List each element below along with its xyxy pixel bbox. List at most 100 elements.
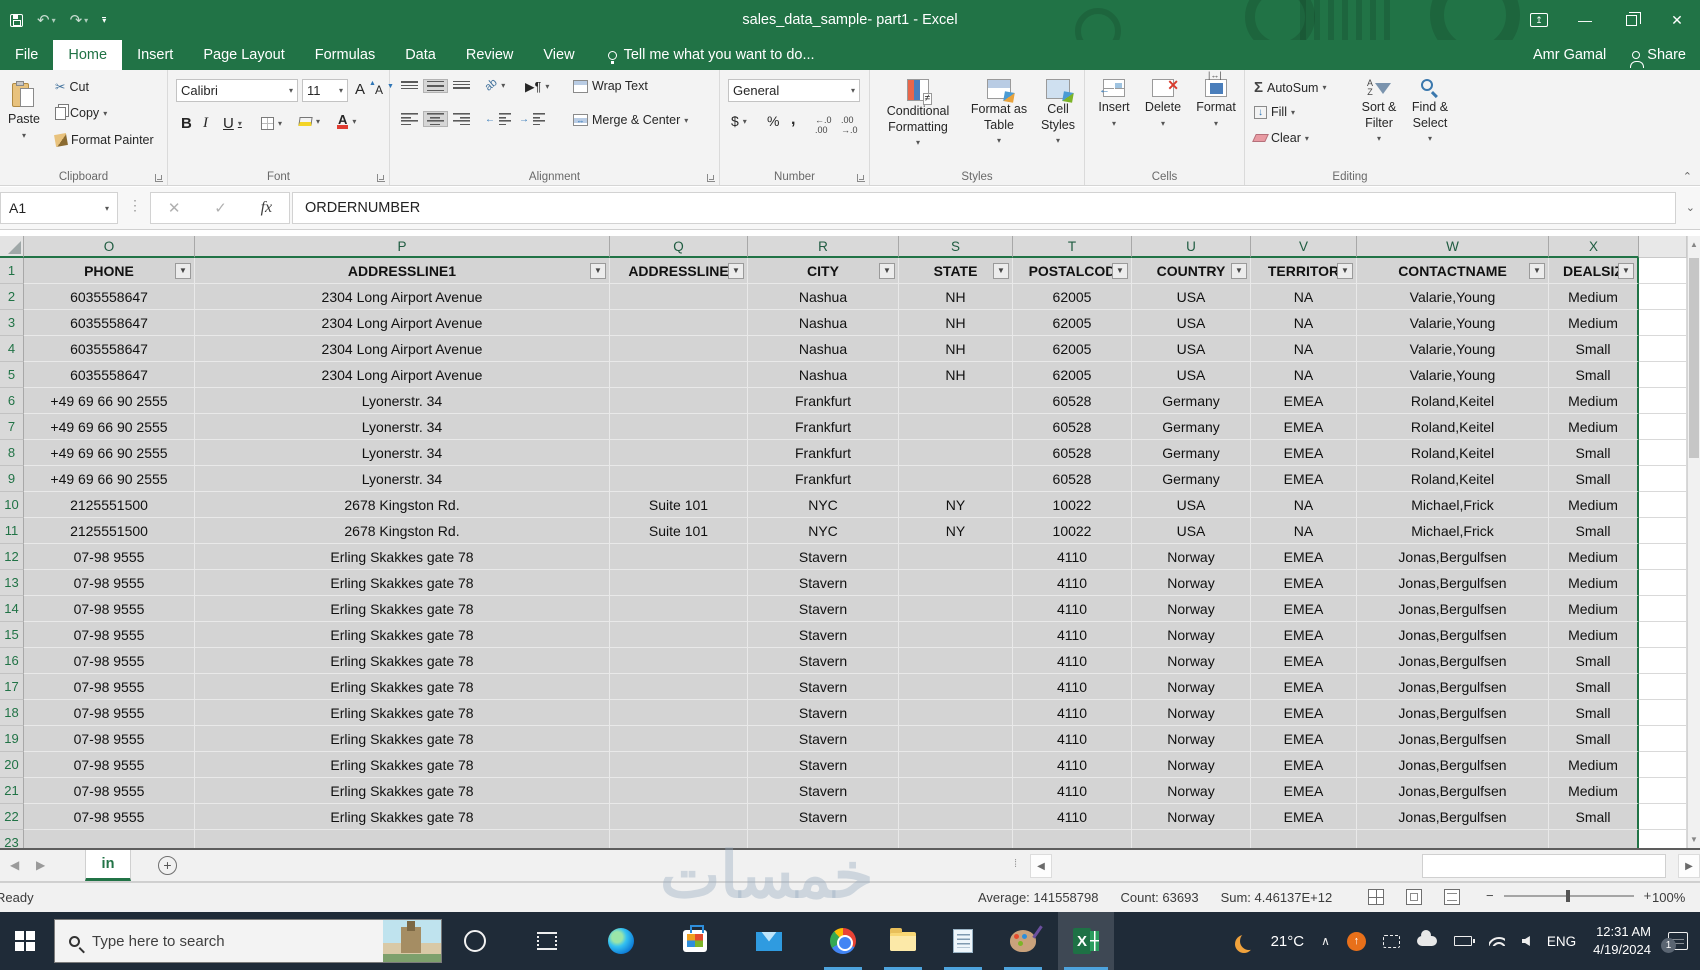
cell[interactable]: +49 69 66 90 2555 <box>24 466 195 492</box>
cell[interactable]: 2304 Long Airport Avenue <box>195 362 610 388</box>
cell[interactable]: EMEA <box>1251 466 1357 492</box>
header-cell[interactable]: COUNTRY ▼ <box>1132 258 1251 284</box>
cell[interactable]: Erling Skakkes gate 78 <box>195 726 610 752</box>
font-family-select[interactable]: Calibri ▾ <box>176 79 298 102</box>
cell[interactable] <box>899 466 1013 492</box>
cell[interactable] <box>899 570 1013 596</box>
cell[interactable]: NH <box>899 310 1013 336</box>
row-number[interactable]: 5 <box>0 362 24 388</box>
column-header-O[interactable]: O <box>24 236 195 258</box>
cell[interactable] <box>1013 830 1132 848</box>
confirm-entry-button[interactable]: ✓ <box>214 199 227 217</box>
cell[interactable]: 07-98 9555 <box>24 752 195 778</box>
paint-button[interactable] <box>998 912 1048 970</box>
cell[interactable]: EMEA <box>1251 388 1357 414</box>
cell[interactable]: Medium <box>1549 570 1639 596</box>
number-dialog-launcher[interactable] <box>857 174 865 182</box>
hidden-icons-button[interactable]: ∧ <box>1321 934 1330 948</box>
cancel-entry-button[interactable]: ✕ <box>168 199 181 217</box>
cell[interactable]: Lyonerstr. 34 <box>195 388 610 414</box>
chrome-button[interactable] <box>818 912 868 970</box>
cell-styles-button[interactable]: Cell Styles ▾ <box>1034 74 1082 146</box>
cell[interactable] <box>1357 830 1549 848</box>
cortana-button[interactable] <box>450 912 500 970</box>
row-number[interactable]: 10 <box>0 492 24 518</box>
cell[interactable]: 07-98 9555 <box>24 778 195 804</box>
header-cell[interactable]: DEALSIZ ▼ <box>1549 258 1639 284</box>
cut-button[interactable]: ✂ Cut <box>52 78 92 95</box>
cell[interactable]: EMEA <box>1251 414 1357 440</box>
blank-cell[interactable] <box>1639 570 1687 596</box>
cell[interactable] <box>610 310 748 336</box>
row-number[interactable]: 21 <box>0 778 24 804</box>
row-number[interactable]: 12 <box>0 544 24 570</box>
vertical-scrollbar[interactable]: ▲ ▼ <box>1687 236 1700 848</box>
cell[interactable]: Jonas,Bergulfsen <box>1357 570 1549 596</box>
speaker-icon[interactable] <box>1521 936 1530 946</box>
page-layout-view-icon[interactable] <box>1406 889 1422 905</box>
borders-button[interactable]: ▾ <box>258 116 285 131</box>
number-format-select[interactable]: General ▾ <box>728 79 860 102</box>
cell[interactable]: Norway <box>1132 674 1251 700</box>
fill-button[interactable]: ↓ Fill ▾ <box>1251 104 1298 120</box>
cell[interactable]: 07-98 9555 <box>24 674 195 700</box>
cell[interactable]: Stavern <box>748 778 899 804</box>
blank-cell[interactable] <box>1639 388 1687 414</box>
tab-data[interactable]: Data <box>390 40 451 70</box>
filter-button[interactable]: ▼ <box>1231 262 1247 279</box>
cell[interactable]: Jonas,Bergulfsen <box>1357 778 1549 804</box>
cell[interactable]: Norway <box>1132 596 1251 622</box>
header-cell[interactable]: PHONE ▼ <box>24 258 195 284</box>
cell[interactable]: Erling Skakkes gate 78 <box>195 778 610 804</box>
cell[interactable]: EMEA <box>1251 596 1357 622</box>
column-header-V[interactable]: V <box>1251 236 1357 258</box>
decrease-indent-button[interactable]: ← <box>482 112 514 126</box>
cell[interactable]: Norway <box>1132 570 1251 596</box>
cell[interactable]: Stavern <box>748 544 899 570</box>
tab-insert[interactable]: Insert <box>122 40 188 70</box>
cell[interactable] <box>899 414 1013 440</box>
cell[interactable]: 60528 <box>1013 388 1132 414</box>
row-number[interactable]: 23 <box>0 830 24 848</box>
cell[interactable] <box>899 804 1013 830</box>
row-number[interactable]: 1 <box>0 258 24 284</box>
cell[interactable]: 2125551500 <box>24 492 195 518</box>
task-view-button[interactable] <box>522 912 572 970</box>
zoom-slider-thumb[interactable] <box>1565 889 1570 902</box>
cell[interactable]: 6035558647 <box>24 284 195 310</box>
cell[interactable]: Erling Skakkes gate 78 <box>195 752 610 778</box>
row-number[interactable]: 14 <box>0 596 24 622</box>
formula-input[interactable]: ORDERNUMBER <box>292 192 1676 224</box>
cell[interactable]: 62005 <box>1013 310 1132 336</box>
collapse-ribbon-button[interactable]: ⌃ <box>1683 170 1692 183</box>
cell[interactable]: Frankfurt <box>748 440 899 466</box>
cell[interactable]: NA <box>1251 492 1357 518</box>
row-number[interactable]: 18 <box>0 700 24 726</box>
cell[interactable]: Norway <box>1132 622 1251 648</box>
cell[interactable] <box>610 752 748 778</box>
column-header-P[interactable]: P <box>195 236 610 258</box>
cell[interactable]: NA <box>1251 336 1357 362</box>
cell[interactable]: Small <box>1549 336 1639 362</box>
cell[interactable]: USA <box>1132 310 1251 336</box>
vertical-scroll-thumb[interactable] <box>1689 258 1699 458</box>
store-button[interactable] <box>670 912 720 970</box>
previous-sheet-icon[interactable]: ◀ <box>10 858 19 872</box>
cell[interactable] <box>899 700 1013 726</box>
ribbon-display-options-button[interactable]: ↥ <box>1516 0 1562 40</box>
blank-cell[interactable] <box>1639 804 1687 830</box>
cell[interactable] <box>899 726 1013 752</box>
tabstrip-resize-handle[interactable]: ⁞ <box>1014 858 1017 870</box>
cell[interactable] <box>1251 830 1357 848</box>
tab-page-layout[interactable]: Page Layout <box>188 40 299 70</box>
increase-decimal-button[interactable]: ←.0.00 <box>812 114 835 136</box>
cell[interactable]: NY <box>899 518 1013 544</box>
accounting-format-button[interactable]: $ ▾ <box>728 112 750 130</box>
name-box-resize-handle[interactable]: ⋮ <box>128 197 143 214</box>
cell[interactable]: Erling Skakkes gate 78 <box>195 700 610 726</box>
cell[interactable]: Medium <box>1549 544 1639 570</box>
fill-color-button[interactable]: ▾ <box>296 116 323 127</box>
action-center-button[interactable]: 1 <box>1661 932 1688 953</box>
tab-file[interactable]: File <box>0 40 53 70</box>
cell[interactable]: Lyonerstr. 34 <box>195 466 610 492</box>
